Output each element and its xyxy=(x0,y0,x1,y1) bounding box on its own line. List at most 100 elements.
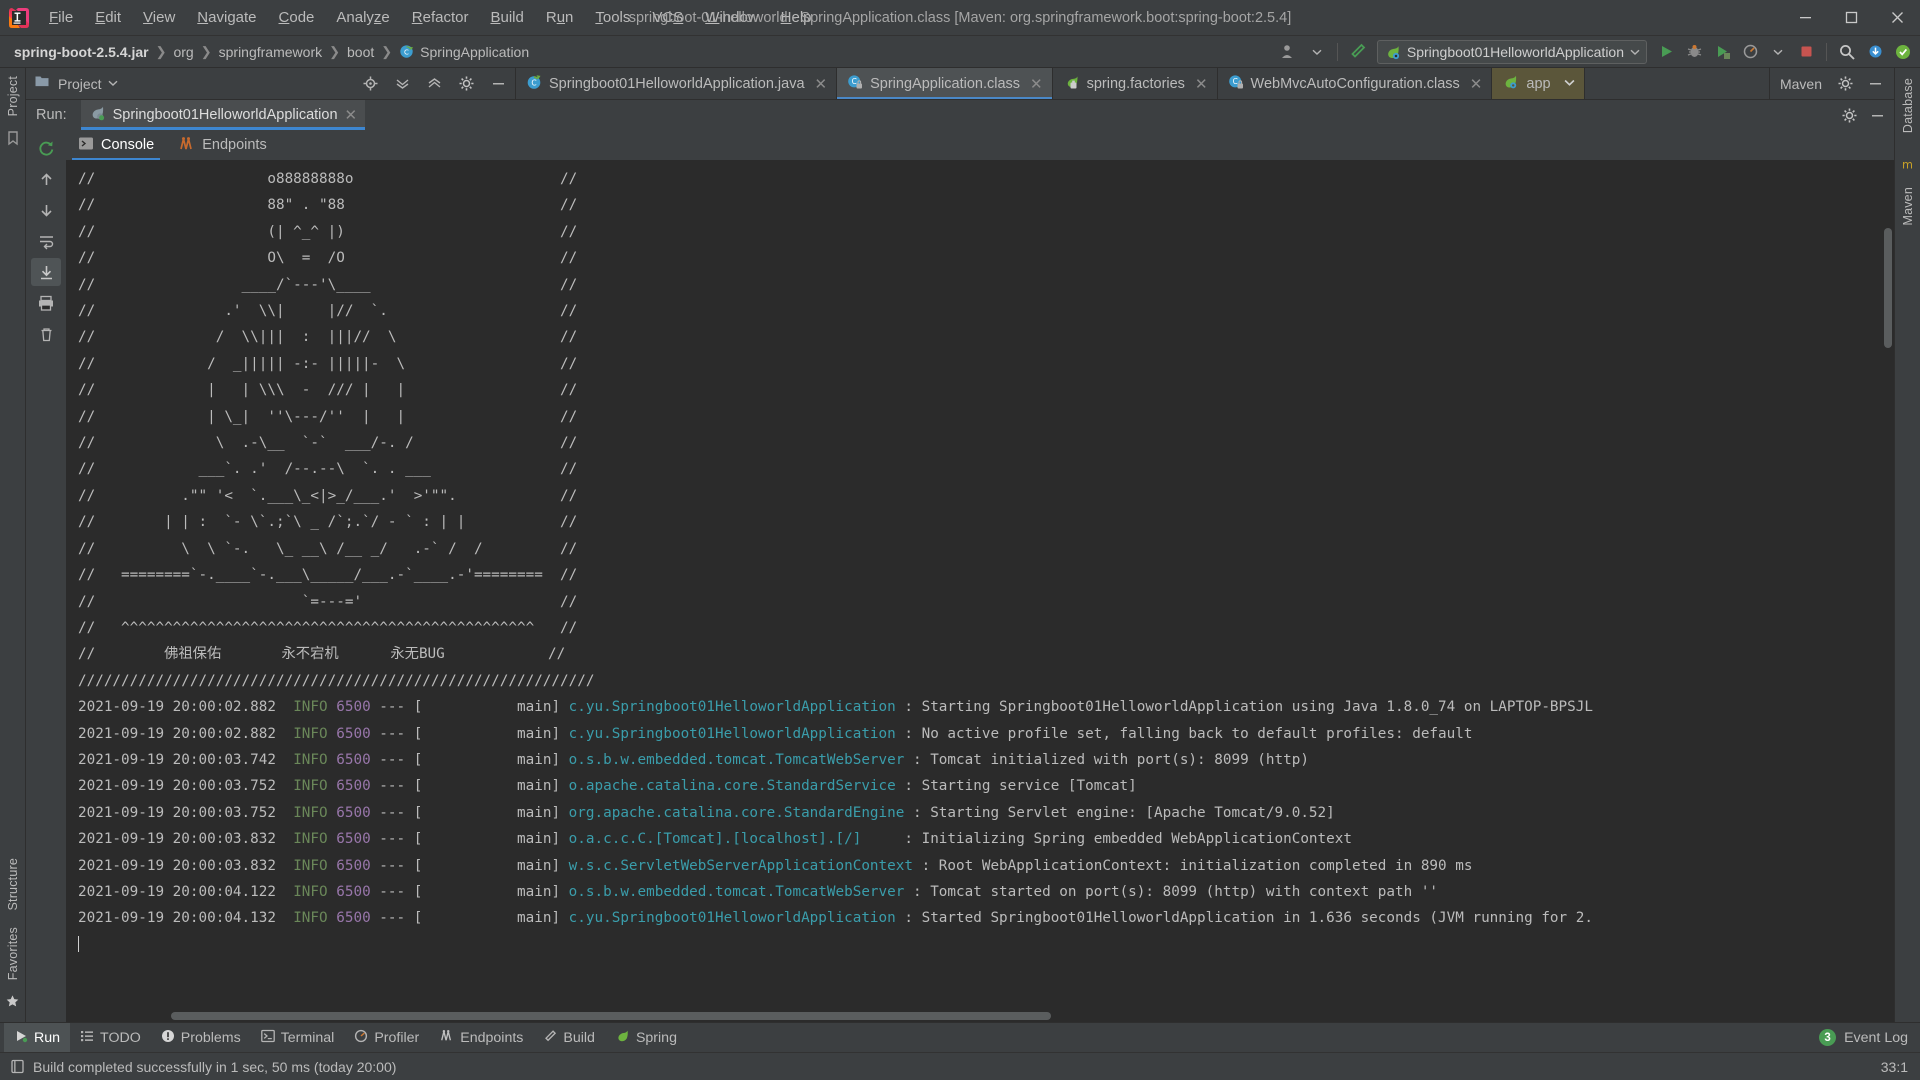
event-log-area[interactable]: 3 Event Log xyxy=(1819,1023,1920,1052)
bottom-tab-spring[interactable]: Spring xyxy=(605,1023,687,1052)
chevron-down-icon[interactable] xyxy=(1304,40,1330,64)
favorites-star-icon[interactable] xyxy=(5,994,20,1014)
breadcrumb-item-org[interactable]: org xyxy=(169,42,197,62)
breadcrumb-item-boot[interactable]: boot xyxy=(343,42,378,62)
hide-panel-icon[interactable] xyxy=(485,72,511,96)
sidebar-item-favorites[interactable]: Favorites xyxy=(2,919,24,988)
profile-icon[interactable] xyxy=(1737,40,1763,64)
caret-position[interactable]: 33:1 xyxy=(1881,1059,1908,1075)
tab-springboot01helloworldapplication-java[interactable]: C Springboot01HelloworldApplication.java… xyxy=(516,68,837,99)
navbar-actions: Springboot01HelloworldApplication xyxy=(1276,40,1916,64)
chevron-down-icon[interactable] xyxy=(1564,76,1575,92)
bottom-tab-terminal[interactable]: Terminal xyxy=(251,1023,345,1052)
hide-panel-icon[interactable] xyxy=(1864,103,1890,127)
scroll-down-icon[interactable] xyxy=(31,196,61,224)
center-column: Project xyxy=(26,68,1894,1022)
tab-app[interactable]: app xyxy=(1492,68,1584,99)
expand-icon[interactable] xyxy=(421,72,447,96)
menu-item-analyze[interactable]: Analyze xyxy=(325,5,400,30)
locate-icon[interactable] xyxy=(357,72,383,96)
menu-item-window[interactable]: Window xyxy=(694,5,769,30)
run-session-tab[interactable]: Springboot01HelloworldApplication ✕ xyxy=(81,100,365,130)
scroll-to-end-icon[interactable] xyxy=(31,258,61,286)
user-icon[interactable] xyxy=(1276,40,1302,64)
chevron-down-icon[interactable] xyxy=(1630,44,1640,60)
menu-item-tools[interactable]: Tools xyxy=(584,5,641,30)
debug-icon[interactable] xyxy=(1681,40,1707,64)
bookmarks-icon[interactable] xyxy=(5,130,21,151)
project-panel-header: Project xyxy=(26,68,516,99)
close-icon[interactable]: ✕ xyxy=(1195,75,1208,93)
print-icon[interactable] xyxy=(31,289,61,317)
breadcrumb-item-jar[interactable]: spring-boot-2.5.4.jar xyxy=(10,42,153,62)
menu-item-help[interactable]: Help xyxy=(770,5,823,30)
bottom-tab-todo[interactable]: TODO xyxy=(70,1023,151,1052)
menu-item-run[interactable]: Run xyxy=(535,5,585,30)
close-icon[interactable]: ✕ xyxy=(345,106,358,124)
scrollbar-thumb[interactable] xyxy=(1884,228,1892,348)
run-icon[interactable] xyxy=(1653,40,1679,64)
bottom-tab-problems[interactable]: Problems xyxy=(151,1023,251,1052)
java-class-locked-icon: C xyxy=(1228,74,1244,94)
soft-wrap-icon[interactable] xyxy=(31,227,61,255)
collapse-all-icon[interactable] xyxy=(389,72,415,96)
menu-item-view[interactable]: View xyxy=(132,5,186,30)
tab-webmvcautoconfiguration-class[interactable]: C WebMvcAutoConfiguration.class ✕ xyxy=(1218,68,1493,99)
stop-icon[interactable] xyxy=(1793,40,1819,64)
scrollbar-thumb[interactable] xyxy=(171,1012,1051,1020)
bottom-tab-endpoints[interactable]: Endpoints xyxy=(429,1023,533,1052)
console-output[interactable]: // o88888888o //// 88" . "88 //// (| ^_^… xyxy=(66,160,1894,1022)
close-button[interactable] xyxy=(1874,0,1920,36)
run-configuration-selector[interactable]: Springboot01HelloworldApplication xyxy=(1377,40,1647,64)
event-log-label[interactable]: Event Log xyxy=(1844,1030,1908,1046)
menu-item-build[interactable]: Build xyxy=(479,5,534,30)
tab-springapplication-class[interactable]: C SpringApplication.class ✕ xyxy=(837,68,1053,99)
minimize-button[interactable] xyxy=(1782,0,1828,36)
search-everywhere-icon[interactable] xyxy=(1834,40,1860,64)
chevron-down-icon[interactable] xyxy=(108,75,118,93)
settings-gear-icon[interactable] xyxy=(1832,72,1858,96)
close-icon[interactable]: ✕ xyxy=(815,75,828,93)
sidebar-item-maven[interactable]: Maven xyxy=(1897,177,1919,236)
problems-icon xyxy=(161,1029,175,1047)
maximize-button[interactable] xyxy=(1828,0,1874,36)
sidebar-item-database[interactable]: Database xyxy=(1897,68,1919,143)
tab-spring-factories[interactable]: spring.factories ✕ xyxy=(1053,68,1218,99)
hammer-build-icon[interactable] xyxy=(1345,40,1371,64)
breadcrumb-separator-icon: ❯ xyxy=(329,44,340,60)
console-banner-line: // / _||||| -:- |||||- \ // xyxy=(66,351,1894,377)
tab-endpoints[interactable]: Endpoints xyxy=(166,130,279,160)
menu-item-edit[interactable]: Edit xyxy=(84,5,132,30)
breadcrumb-item-springapplication[interactable]: C SpringApplication xyxy=(395,42,533,62)
clear-all-icon[interactable] xyxy=(31,320,61,348)
close-icon[interactable]: ✕ xyxy=(1470,75,1483,93)
menu-item-navigate[interactable]: Navigate xyxy=(186,5,267,30)
console-vertical-scrollbar[interactable] xyxy=(1882,160,1894,1008)
scroll-up-icon[interactable] xyxy=(31,165,61,193)
hide-panel-icon[interactable] xyxy=(1862,72,1888,96)
menu-bar[interactable]: File Edit View Navigate Code Analyze Ref… xyxy=(38,5,823,30)
settings-gear-icon[interactable] xyxy=(453,72,479,96)
bottom-tab-build[interactable]: Build xyxy=(533,1023,605,1052)
bottom-tab-run[interactable]: Run xyxy=(4,1023,70,1052)
rerun-icon[interactable] xyxy=(31,134,61,162)
close-icon[interactable]: ✕ xyxy=(1030,75,1043,93)
breadcrumb-item-springframework[interactable]: springframework xyxy=(215,42,326,62)
sidebar-item-project[interactable]: Project xyxy=(2,68,24,124)
svg-text:m: m xyxy=(1902,158,1913,171)
menu-item-vcs[interactable]: VCS xyxy=(641,5,694,30)
settings-gear-icon[interactable] xyxy=(1836,103,1862,127)
console-horizontal-scrollbar[interactable] xyxy=(66,1009,1882,1022)
sidebar-item-structure[interactable]: Structure xyxy=(2,850,24,919)
run-coverage-icon[interactable] xyxy=(1709,40,1735,64)
tab-console[interactable]: Console xyxy=(66,130,166,160)
bottom-tab-profiler[interactable]: Profiler xyxy=(344,1023,429,1052)
menu-item-refactor[interactable]: Refactor xyxy=(401,5,480,30)
maven-m-icon[interactable]: m xyxy=(1900,157,1915,177)
console-scroll-content: // o88888888o //// 88" . "88 //// (| ^_^… xyxy=(66,160,1894,1022)
menu-item-code[interactable]: Code xyxy=(268,5,326,30)
menu-item-file[interactable]: File xyxy=(38,5,84,30)
update-project-icon[interactable] xyxy=(1862,40,1888,64)
chevron-down-icon[interactable] xyxy=(1765,40,1791,64)
ide-assistant-icon[interactable] xyxy=(1890,40,1916,64)
